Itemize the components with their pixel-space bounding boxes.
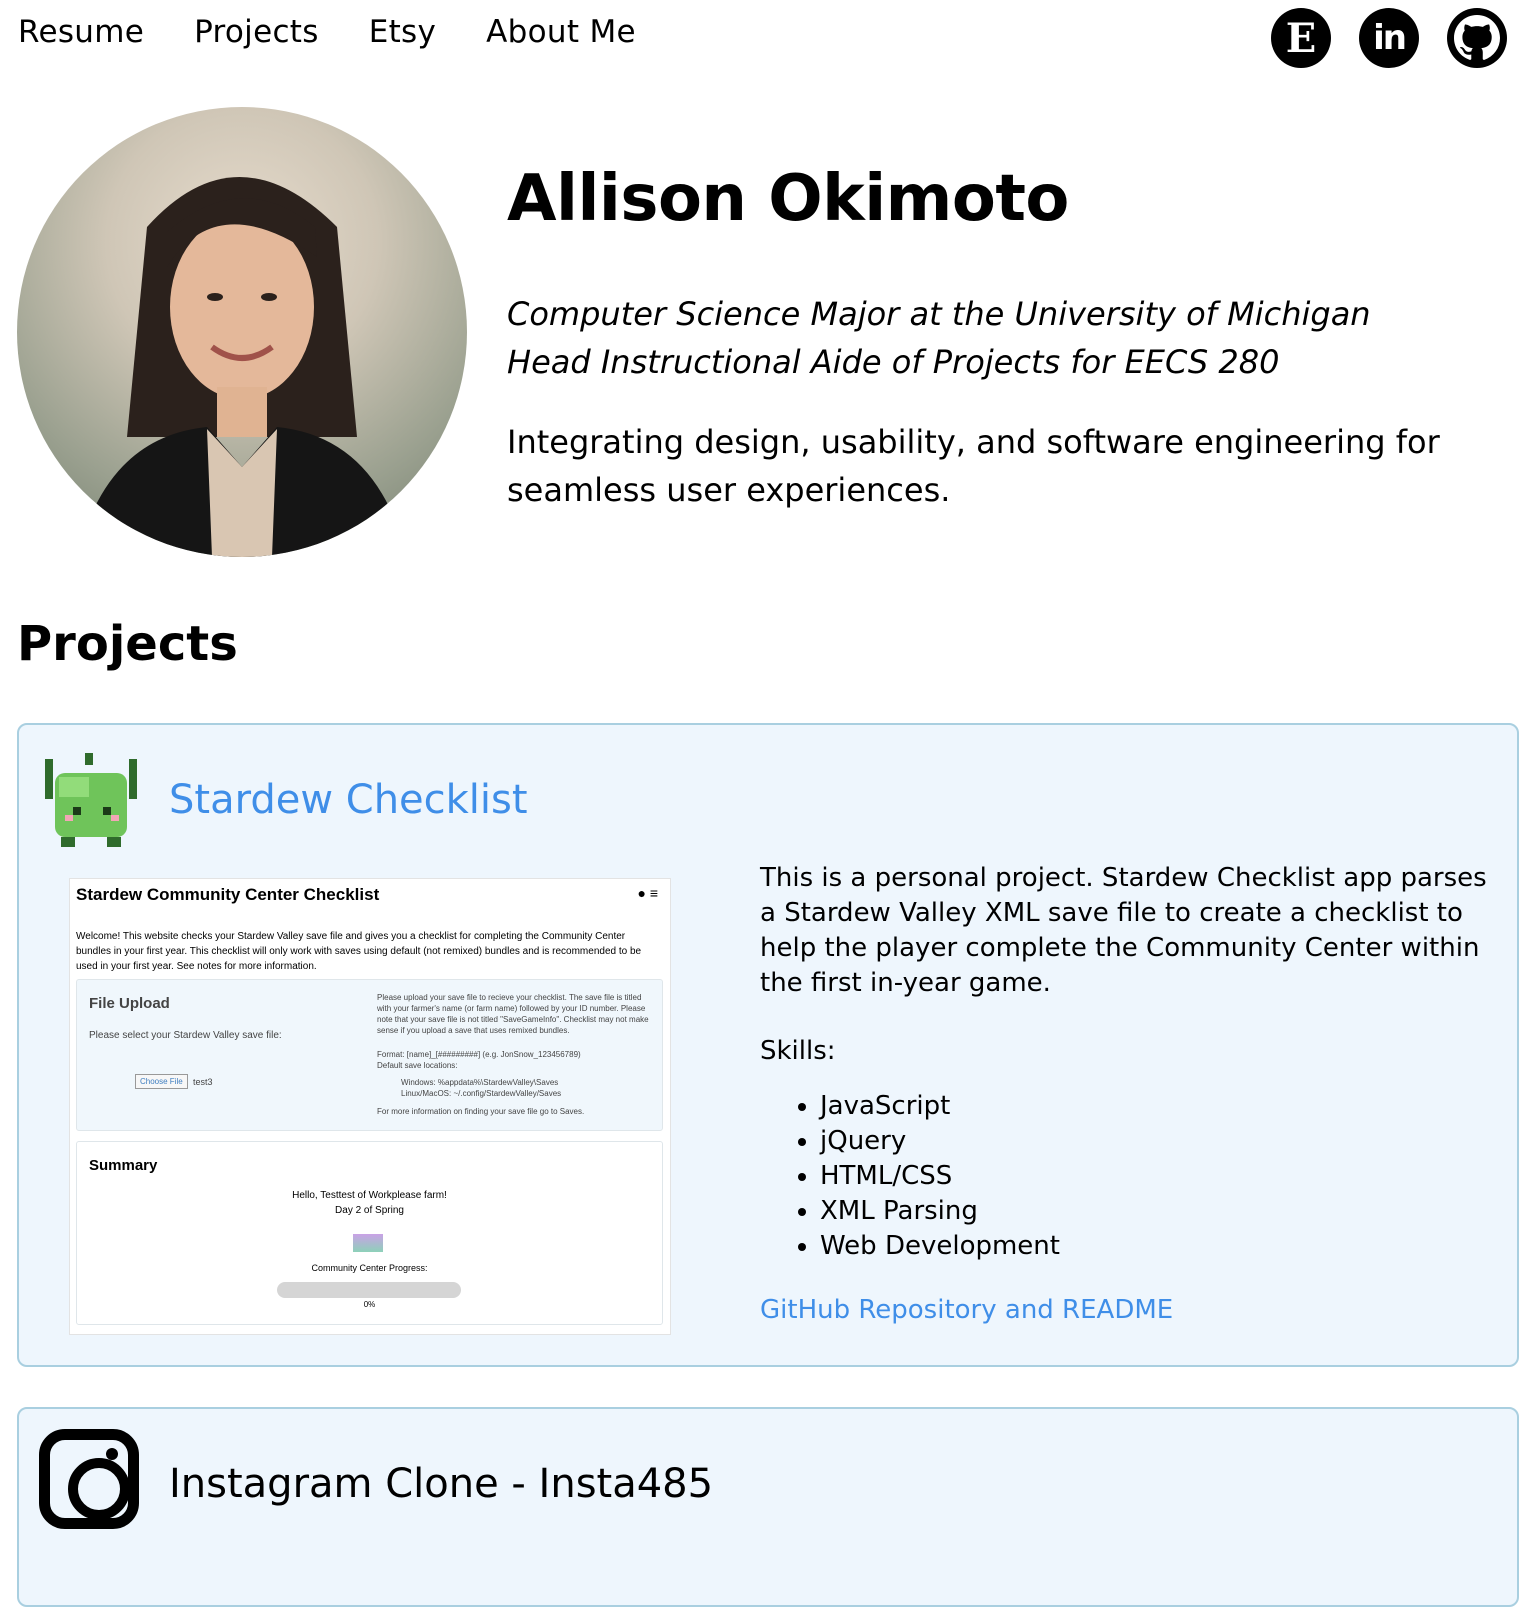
- file-name: test3: [193, 1077, 213, 1087]
- github-icon[interactable]: [1447, 8, 1507, 68]
- progress-bar: [277, 1282, 461, 1298]
- location-windows: Windows: %appdata%\StardewValley\Saves: [401, 1078, 559, 1087]
- nav-etsy[interactable]: Etsy: [369, 14, 436, 50]
- nav-projects[interactable]: Projects: [194, 14, 319, 50]
- hero-subtitle: Computer Science Major at the University…: [507, 290, 1371, 386]
- instagram-dot: [106, 1448, 118, 1460]
- screenshot-intro: Welcome! This website checks your Starde…: [76, 931, 642, 972]
- bundle-sprite-icon: [353, 1234, 383, 1252]
- skills-label: Skills:: [760, 1036, 836, 1066]
- location-linux: Linux/MacOS: ~/.config/StardewValley/Sav…: [401, 1089, 562, 1098]
- projects-heading: Projects: [17, 616, 238, 672]
- project-description: This is a personal project. Stardew Chec…: [760, 863, 1487, 998]
- upload-format: Format: [name]_[#########] (e.g. JonSnow…: [377, 1050, 581, 1059]
- top-nav: Resume Projects Etsy About Me: [18, 10, 686, 54]
- skills-list: JavaScript jQuery HTML/CSS XML Parsing W…: [760, 1089, 1060, 1264]
- file-upload-panel: File Upload Please select your Stardew V…: [76, 979, 663, 1131]
- github-repo-link[interactable]: GitHub Repository and README: [760, 1295, 1173, 1325]
- progress-percent: 0%: [363, 1300, 376, 1309]
- project-card-stardew: Stardew Checklist Stardew Community Cent…: [17, 723, 1519, 1367]
- instagram-lens: [68, 1458, 130, 1520]
- stardew-screenshot: Stardew Community Center Checklist ● ≡ W…: [69, 878, 671, 1335]
- more-info: For more information on finding your sav…: [377, 1107, 585, 1116]
- upload-notes: Please upload your save file to recieve …: [377, 993, 649, 1035]
- linkedin-icon[interactable]: in: [1359, 8, 1419, 68]
- skill-item: HTML/CSS: [820, 1159, 1060, 1194]
- project-title-instagram[interactable]: Instagram Clone - Insta485: [169, 1461, 713, 1507]
- progress-label: Community Center Progress:: [311, 1263, 428, 1273]
- project-title-stardew[interactable]: Stardew Checklist: [169, 777, 528, 823]
- summary-heading: Summary: [89, 1157, 158, 1174]
- profile-photo: [17, 107, 467, 557]
- social-links: E in: [1271, 8, 1507, 68]
- project-card-instagram: Instagram Clone - Insta485: [17, 1407, 1519, 1607]
- summary-panel: Summary Hello, Testtest of Workplease fa…: [76, 1141, 663, 1325]
- nav-resume[interactable]: Resume: [18, 14, 144, 50]
- screenshot-menu-icon: ● ≡: [637, 885, 658, 901]
- instagram-icon: [39, 1429, 139, 1529]
- hero-subtitle-line-2: Head Instructional Aide of Projects for …: [507, 343, 1280, 381]
- summary-greeting: Hello, Testtest of Workplease farm!: [292, 1190, 447, 1201]
- hero-tagline: Integrating design, usability, and softw…: [507, 423, 1440, 509]
- skill-item: JavaScript: [820, 1089, 1060, 1124]
- skill-item: XML Parsing: [820, 1194, 1060, 1229]
- linkedin-letters: in: [1373, 18, 1407, 58]
- choose-file-button: Choose File: [135, 1074, 188, 1089]
- summary-day: Day 2 of Spring: [335, 1205, 404, 1216]
- etsy-letter: E: [1285, 14, 1317, 62]
- screenshot-title: Stardew Community Center Checklist: [76, 885, 380, 904]
- github-mark: [1454, 15, 1500, 60]
- skill-item: jQuery: [820, 1124, 1060, 1159]
- nav-about-me[interactable]: About Me: [486, 14, 636, 50]
- upload-prompt: Please select your Stardew Valley save f…: [89, 1030, 282, 1041]
- profile-portrait: [77, 177, 407, 557]
- file-upload-heading: File Upload: [89, 995, 170, 1012]
- hero-subtitle-line-1: Computer Science Major at the University…: [507, 295, 1371, 333]
- skill-item: Web Development: [820, 1229, 1060, 1264]
- etsy-icon[interactable]: E: [1271, 8, 1331, 68]
- hero-name: Allison Okimoto: [507, 162, 1069, 236]
- default-locations: Default save locations:: [377, 1061, 458, 1070]
- junimo-sprite: [45, 753, 137, 847]
- junimo-icon: [45, 749, 137, 849]
